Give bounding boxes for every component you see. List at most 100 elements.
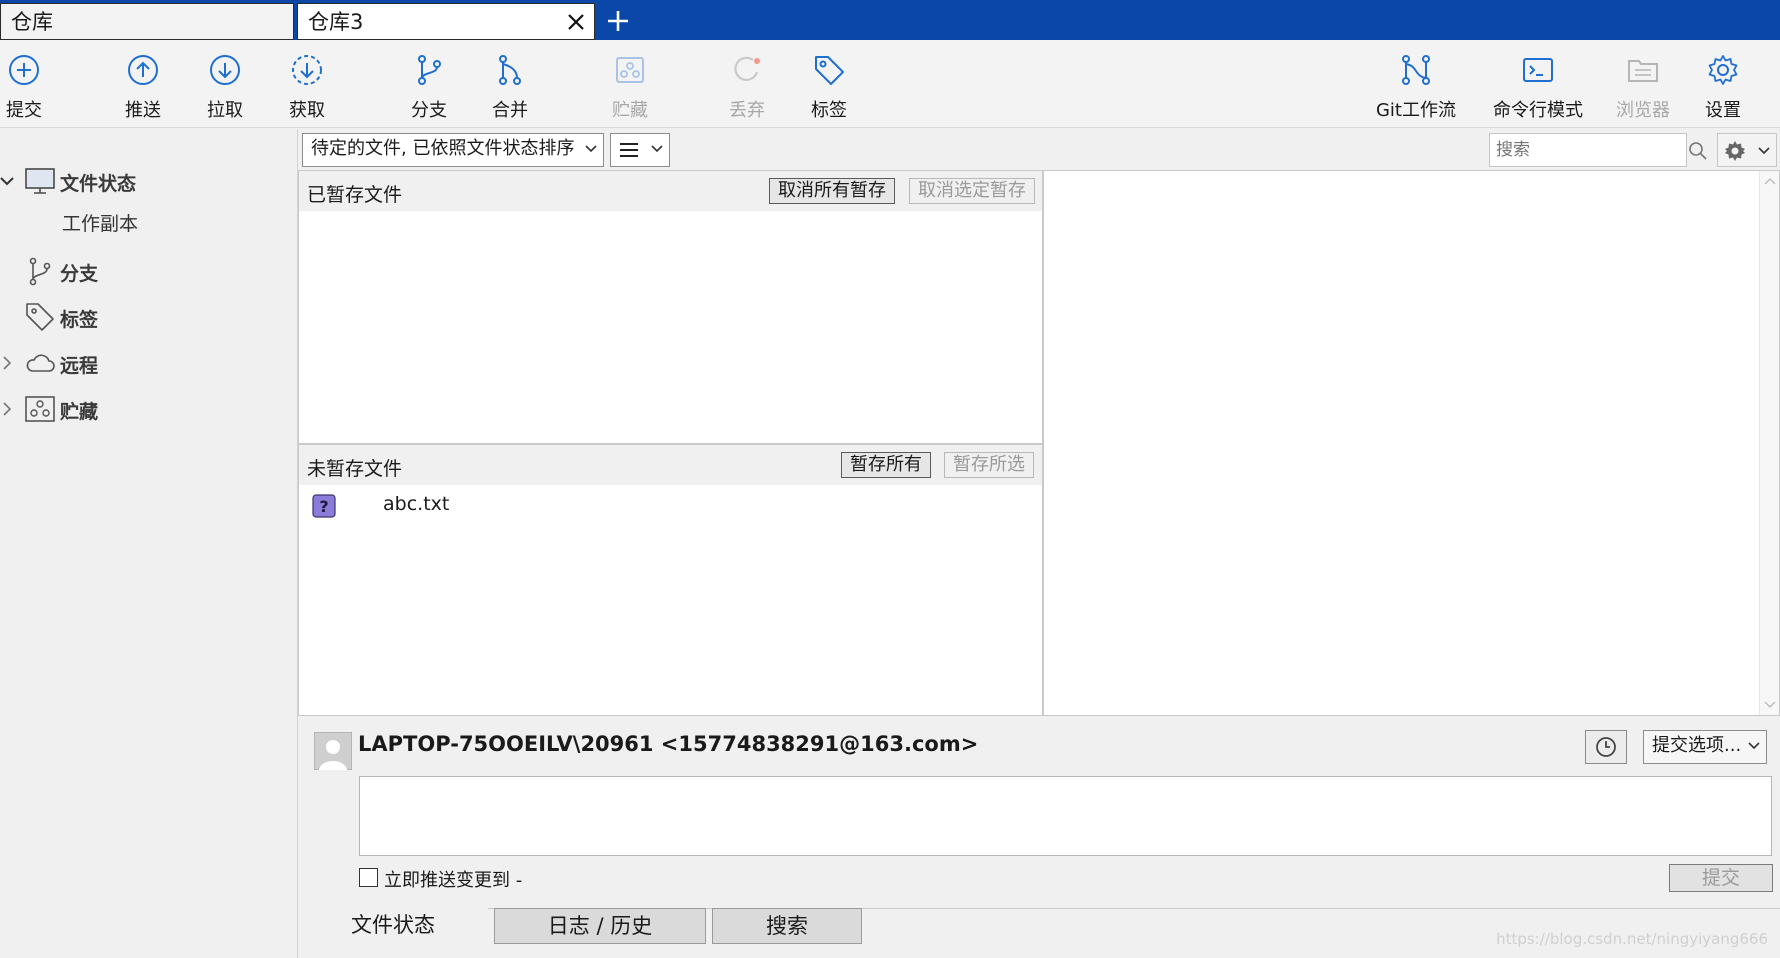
tab-search[interactable]: 搜索 (712, 908, 862, 944)
tag-button[interactable]: 标签 (789, 52, 869, 124)
scroll-up-icon[interactable] (1764, 177, 1776, 185)
fetch-dashed-circle-icon (292, 55, 322, 85)
terminal-label: 命令行模式 (1493, 100, 1583, 121)
discard-button[interactable]: 丢弃 (707, 52, 787, 124)
file-name: abc.txt (383, 493, 450, 515)
monitor-icon (25, 168, 55, 194)
commit-author: LAPTOP-75OOEILV\20961 <15774838291@163.c… (358, 732, 979, 756)
branch-icon (29, 257, 51, 286)
chevron-right-icon[interactable] (0, 353, 14, 373)
fetch-label: 获取 (289, 100, 325, 121)
plus-circle-icon (9, 55, 39, 85)
sidebar-item-branches[interactable]: 分支 (0, 253, 296, 289)
tab-label: 仓库3 (308, 10, 364, 34)
chevron-right-icon[interactable] (0, 399, 14, 419)
stage-selected-button[interactable]: 暂存所选 (944, 452, 1034, 478)
arrow-up-circle-icon (128, 55, 158, 85)
view-mode-dropdown[interactable] (610, 133, 670, 167)
tab-log-history[interactable]: 日志 / 历史 (494, 908, 706, 944)
tab-repo3[interactable]: 仓库3 (297, 3, 595, 40)
tab-label: 仓库 (11, 10, 53, 34)
sidebar-item-remotes[interactable]: 远程 (0, 345, 296, 381)
sidebar-item-label: 分支 (60, 263, 99, 285)
arrow-down-circle-icon (210, 55, 240, 85)
staged-files-header: 已暂存文件 取消所有暂存 取消选定暂存 (299, 171, 1042, 211)
branch-label: 分支 (411, 100, 447, 121)
push-label: 推送 (125, 100, 161, 121)
chevron-down-icon[interactable] (0, 171, 14, 191)
gitflow-button[interactable]: Git工作流 (1368, 52, 1464, 124)
sidebar-item-label: 贮藏 (60, 401, 99, 423)
discard-refresh-icon (734, 56, 760, 81)
commit-options-dropdown[interactable]: 提交选项... (1643, 730, 1767, 764)
chevron-down-icon (1748, 742, 1760, 750)
svg-text:?: ? (319, 497, 328, 516)
sidebar-item-file-status[interactable]: 文件状态 (0, 163, 296, 199)
terminal-button[interactable]: 命令行模式 (1490, 52, 1586, 124)
gear-icon (1725, 141, 1745, 161)
stash-icon (25, 396, 55, 422)
commit-area: LAPTOP-75OOEILV\20961 <15774838291@163.c… (298, 716, 1780, 910)
sort-dropdown[interactable]: 待定的文件, 已依照文件状态排序 (302, 133, 604, 167)
browser-folder-icon (1628, 60, 1658, 82)
tag-label: 标签 (811, 100, 847, 121)
settings-button[interactable]: 设置 (1683, 52, 1763, 124)
search-box (1489, 133, 1707, 167)
stash-button[interactable]: 贮藏 (590, 52, 670, 124)
sidebar-item-tags[interactable]: 标签 (0, 299, 296, 335)
sidebar-item-working-copy[interactable]: 工作副本 (62, 209, 138, 236)
merge-label: 合并 (492, 100, 528, 121)
merge-button[interactable]: 合并 (470, 52, 550, 124)
diff-pane (1043, 170, 1780, 716)
gitflow-label: Git工作流 (1375, 100, 1456, 121)
push-button[interactable]: 推送 (103, 52, 183, 124)
search-icon[interactable] (1688, 141, 1708, 161)
discard-label: 丢弃 (729, 100, 765, 121)
sort-dropdown-label: 待定的文件, 已依照文件状态排序 (311, 138, 575, 159)
search-input[interactable] (1496, 138, 1646, 162)
gitflow-icon (1402, 55, 1430, 85)
list-item[interactable]: ? abc.txt (307, 489, 1007, 521)
stash-label: 贮藏 (612, 100, 648, 121)
browser-button[interactable]: 浏览器 (1603, 52, 1683, 124)
tab-repo[interactable]: 仓库 (0, 3, 294, 40)
pull-label: 拉取 (207, 100, 243, 121)
tag-icon (815, 56, 844, 85)
sidebar-item-label: 标签 (60, 309, 99, 331)
gear-icon (1708, 55, 1738, 85)
diff-scrollbar[interactable] (1759, 171, 1779, 715)
stash-icon (616, 57, 644, 83)
repo-tab-bar: 仓库 仓库3 (0, 0, 1780, 40)
sidebar-item-label: 文件状态 (60, 173, 137, 195)
merge-icon (499, 55, 521, 85)
commit-message-input[interactable] (359, 776, 1772, 856)
commit-history-button[interactable] (1585, 730, 1627, 764)
pull-button[interactable]: 拉取 (185, 52, 265, 124)
filter-settings-dropdown[interactable] (1717, 133, 1777, 167)
avatar (314, 732, 352, 770)
list-icon (620, 143, 638, 157)
submit-commit-button[interactable]: 提交 (1669, 864, 1773, 892)
clock-icon (1596, 737, 1616, 757)
commit-button[interactable]: 提交 (0, 52, 64, 124)
staged-files-title: 已暂存文件 (307, 184, 403, 206)
staged-files-pane: 已暂存文件 取消所有暂存 取消选定暂存 (298, 170, 1043, 444)
unstage-all-button[interactable]: 取消所有暂存 (769, 178, 895, 204)
branch-button[interactable]: 分支 (389, 52, 469, 124)
browser-label: 浏览器 (1616, 100, 1670, 121)
sidebar-subitem-label: 工作副本 (62, 213, 139, 235)
checkbox-box[interactable] (359, 868, 378, 887)
scroll-down-icon[interactable] (1764, 701, 1776, 709)
unstage-selected-button[interactable]: 取消选定暂存 (909, 178, 1035, 204)
stage-all-button[interactable]: 暂存所有 (841, 452, 931, 478)
chevron-down-icon (651, 145, 663, 153)
tag-icon (26, 303, 54, 331)
add-tab-icon[interactable] (605, 8, 631, 34)
tab-file-status[interactable]: 文件状态 (298, 908, 488, 944)
close-icon[interactable] (566, 12, 586, 32)
cloud-icon (26, 354, 55, 372)
fetch-button[interactable]: 获取 (267, 52, 347, 124)
question-icon: ? (312, 494, 336, 518)
sidebar-item-stashes[interactable]: 贮藏 (0, 391, 296, 427)
chevron-down-icon (1758, 147, 1770, 155)
